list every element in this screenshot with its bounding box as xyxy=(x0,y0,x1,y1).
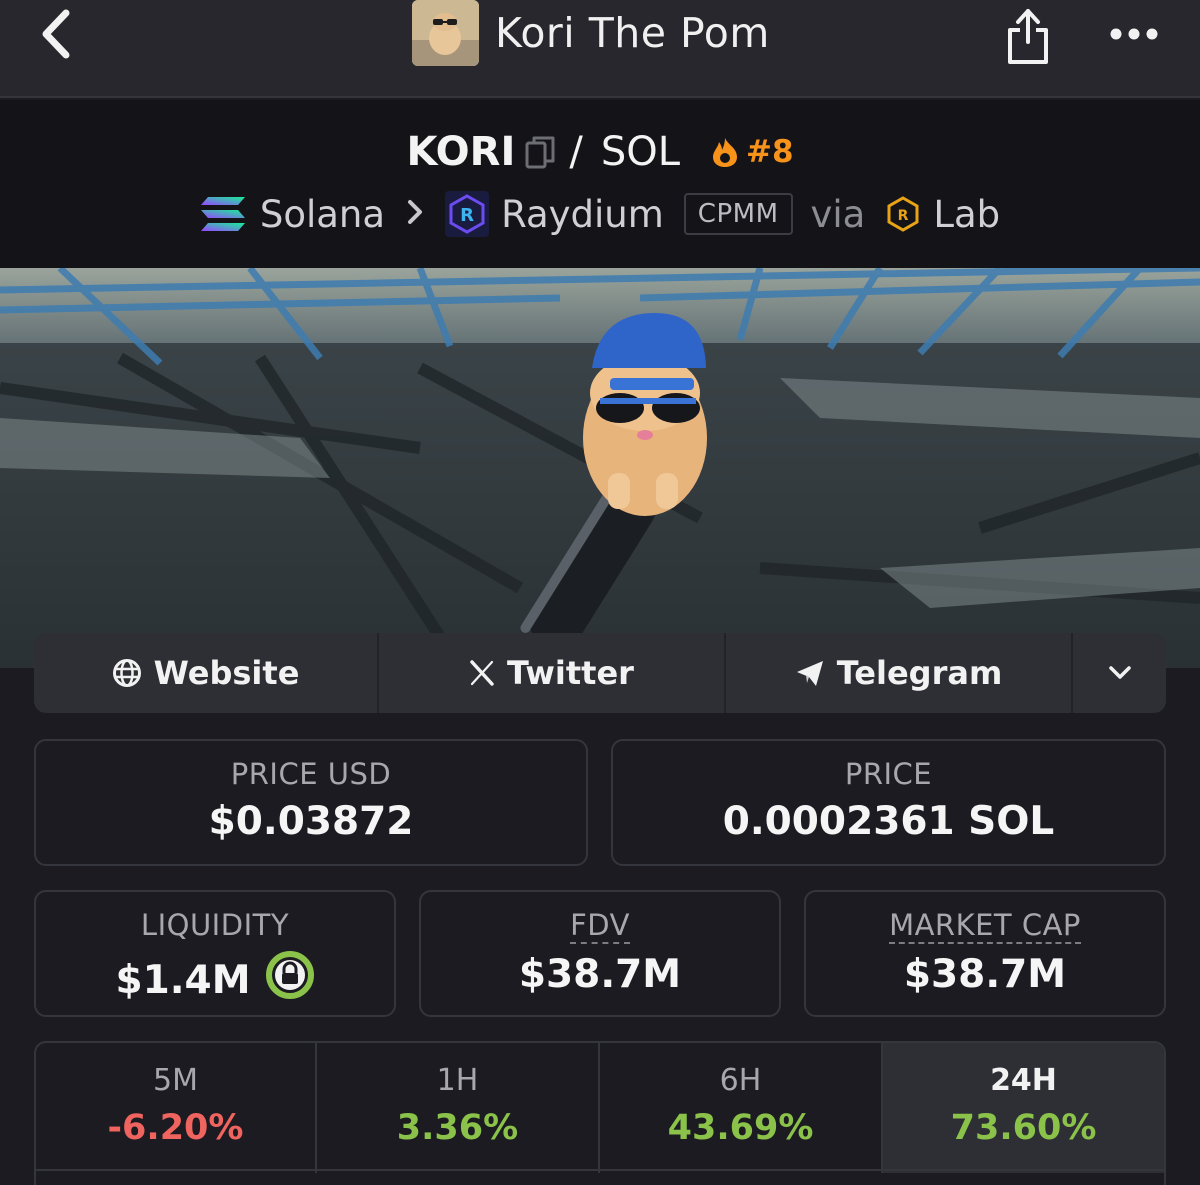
timeframe-24h[interactable]: 24H 73.60% xyxy=(883,1043,1164,1173)
more-links-button[interactable] xyxy=(1073,633,1166,713)
timeframe-6h[interactable]: 6H 43.69% xyxy=(600,1043,883,1173)
telegram-icon xyxy=(796,661,823,686)
share-button[interactable] xyxy=(1000,2,1056,66)
timeframe-divider xyxy=(34,1169,1166,1171)
timeframe-1h[interactable]: 1H 3.36% xyxy=(317,1043,600,1173)
timeframe-label: 6H xyxy=(719,1063,762,1098)
timeframe-label: 1H xyxy=(436,1063,479,1098)
dex-link[interactable]: R Raydium xyxy=(445,191,664,237)
share-icon xyxy=(1008,9,1048,64)
timeframe-selector: 5M -6.20% 1H 3.36% 6H 43.69% 24H 73.60% xyxy=(34,1041,1166,1185)
chain-link[interactable]: Solana xyxy=(200,193,385,236)
solana-icon xyxy=(200,197,245,231)
token-title: Kori The Pom xyxy=(412,0,770,66)
svg-text:R: R xyxy=(898,208,909,224)
price-usd-value: $0.03872 xyxy=(208,799,414,844)
website-button[interactable]: Website xyxy=(34,633,379,713)
top-nav: Kori The Pom xyxy=(0,0,1200,98)
base-symbol: KORI xyxy=(406,129,516,175)
rank-label: #8 xyxy=(746,134,794,170)
liquidity-label: LIQUIDITY xyxy=(140,908,290,942)
price-native-value: 0.0002361 SOL xyxy=(722,799,1055,844)
back-button[interactable] xyxy=(30,8,80,60)
fdv-label[interactable]: FDV xyxy=(570,908,630,944)
timeframe-change: 43.69% xyxy=(667,1108,814,1148)
launchpad-link[interactable]: R Lab xyxy=(885,193,1000,236)
fdv-value: $38.7M xyxy=(518,952,682,997)
launchpad-name: Lab xyxy=(933,192,1001,236)
market-cap-value: $38.7M xyxy=(903,952,1067,997)
market-cap-label[interactable]: MARKET CAP xyxy=(889,908,1081,944)
globe-icon xyxy=(112,659,141,687)
pool-type-badge: CPMM xyxy=(683,193,793,235)
price-native-card: PRICE 0.0002361 SOL xyxy=(611,739,1166,866)
token-banner-image xyxy=(0,268,1200,668)
chevron-down-icon xyxy=(1108,666,1131,679)
x-icon xyxy=(470,660,494,686)
lock-icon[interactable] xyxy=(265,950,315,1010)
telegram-label: Telegram xyxy=(836,654,1003,692)
dex-name: Raydium xyxy=(501,192,664,236)
price-usd-label: PRICE USD xyxy=(230,757,392,791)
more-icon xyxy=(1110,28,1158,40)
chevron-right-icon xyxy=(407,195,423,233)
trending-rank-badge[interactable]: #8 xyxy=(710,134,794,170)
back-icon xyxy=(42,9,70,59)
telegram-button[interactable]: Telegram xyxy=(726,633,1073,713)
via-label: via xyxy=(810,192,866,236)
pair-row: KORI / SOL #8 xyxy=(0,124,1200,180)
avatar-image xyxy=(412,0,479,66)
svg-text:R: R xyxy=(460,205,474,226)
pair-separator: / xyxy=(569,129,583,175)
flame-icon xyxy=(713,138,737,167)
liquidity-card: LIQUIDITY $1.4M xyxy=(34,890,396,1017)
social-links-bar: Website Twitter Telegram xyxy=(34,633,1166,713)
more-options-button[interactable] xyxy=(1106,14,1162,54)
price-native-label: PRICE xyxy=(844,757,933,791)
twitter-label: Twitter xyxy=(507,654,634,692)
copy-icon[interactable] xyxy=(525,135,555,169)
chain-name: Solana xyxy=(259,192,386,236)
page-title: Kori The Pom xyxy=(495,9,770,57)
website-label: Website xyxy=(153,654,300,692)
raydium-icon: R xyxy=(445,191,490,237)
quote-symbol: SOL xyxy=(600,129,680,175)
price-usd-card: PRICE USD $0.03872 xyxy=(34,739,588,866)
timeframe-change: -6.20% xyxy=(107,1108,244,1148)
twitter-button[interactable]: Twitter xyxy=(379,633,726,713)
timeframe-label: 24H xyxy=(990,1063,1057,1098)
market-cap-card: MARKET CAP $38.7M xyxy=(804,890,1166,1017)
liquidity-value: $1.4M xyxy=(115,957,251,1003)
chain-breadcrumb: Solana R Raydium CPMM via R Lab xyxy=(0,186,1200,242)
lab-icon: R xyxy=(887,196,919,232)
fdv-card: FDV $38.7M xyxy=(419,890,781,1017)
timeframe-label: 5M xyxy=(153,1063,198,1098)
timeframe-change: 73.60% xyxy=(950,1108,1097,1148)
timeframe-change: 3.36% xyxy=(396,1108,519,1148)
timeframe-5m[interactable]: 5M -6.20% xyxy=(36,1043,317,1173)
